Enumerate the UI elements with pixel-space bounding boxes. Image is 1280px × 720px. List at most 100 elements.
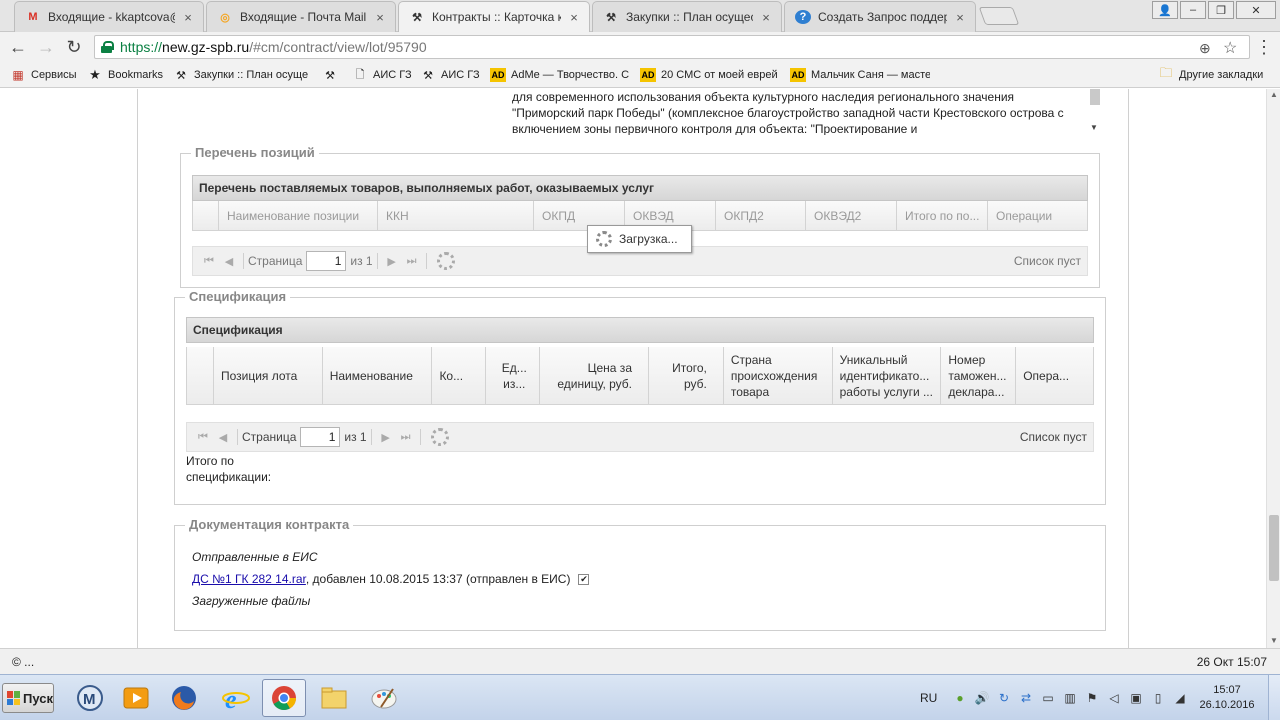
page-number-input[interactable]: 1 <box>300 427 341 447</box>
tab-mailru[interactable]: ◎ Входящие - Почта Mail.Ru × <box>206 1 396 32</box>
column-operations[interactable]: Операции <box>988 201 1080 230</box>
column-select[interactable] <box>187 347 214 404</box>
network-icon[interactable]: ⇄ <box>1018 690 1034 706</box>
svg-text:e: e <box>225 685 237 713</box>
bookmark-services[interactable]: ▦ Сервисы <box>10 67 76 83</box>
prev-page-icon[interactable]: ◀ <box>213 428 233 446</box>
close-icon[interactable]: × <box>953 10 967 25</box>
monitor-icon[interactable]: ▭ <box>1040 690 1056 706</box>
system-clock[interactable]: 15:07 26.10.2016 <box>1196 683 1258 713</box>
next-page-icon[interactable]: ▶ <box>376 428 396 446</box>
taskbar-app-firefox[interactable] <box>162 679 206 717</box>
scrollbar-thumb[interactable] <box>1269 515 1279 581</box>
tab-contracts[interactable]: ⚒ Контракты :: Карточка ко × <box>398 1 590 32</box>
bookmark-adme[interactable]: AD AdMe — Творчество. С <box>490 67 630 83</box>
column-select[interactable] <box>193 201 219 230</box>
tray-android-icon[interactable]: ● <box>952 690 968 706</box>
start-button[interactable]: Пуск <box>2 683 54 713</box>
column-operations[interactable]: Опера... <box>1016 347 1093 404</box>
star-icon[interactable]: ☆ <box>1223 36 1237 60</box>
first-page-icon[interactable]: ⏮ <box>199 252 219 270</box>
column-customs[interactable]: Номер таможен... деклара... <box>941 347 1017 404</box>
column-unit[interactable]: Ед... из... <box>486 347 541 404</box>
taskbar-app-ie[interactable]: e <box>214 679 258 717</box>
column-position-name[interactable]: Наименование позиции <box>219 201 378 230</box>
bookmark-20-sms[interactable]: AD 20 СМС от моей еврей <box>640 67 780 83</box>
positions-legend: Перечень позиций <box>191 145 319 160</box>
back-button[interactable]: ← <box>8 37 28 57</box>
first-page-icon[interactable]: ⏮ <box>193 428 213 446</box>
zoom-icon[interactable]: ⊕ <box>1199 36 1211 60</box>
page-number-input[interactable]: 1 <box>306 251 347 271</box>
refresh-icon[interactable] <box>436 252 455 270</box>
tab-purchases[interactable]: ⚒ Закупки :: План осущест × <box>592 1 782 32</box>
speaker-icon[interactable]: ◁ <box>1106 690 1122 706</box>
chart-icon[interactable]: ▥ <box>1062 690 1078 706</box>
next-page-icon[interactable]: ▶ <box>382 252 402 270</box>
menu-icon[interactable]: ⋮ <box>1254 37 1274 57</box>
page-count: из 1 <box>350 254 373 268</box>
last-page-icon[interactable]: ⏭ <box>402 252 422 270</box>
column-total-price[interactable]: Итого, руб. <box>649 347 724 404</box>
minimize-button[interactable]: – <box>1180 1 1206 19</box>
scroll-up-icon[interactable]: ▲ <box>1267 89 1280 101</box>
taskbar-app-maxthon[interactable]: M <box>68 679 112 717</box>
last-page-icon[interactable]: ⏭ <box>396 428 416 446</box>
column-quantity[interactable]: Ко... <box>432 347 487 404</box>
bookmark-ais-gz-2[interactable]: ⚒ АИС ГЗ <box>420 67 480 83</box>
taskbar-app-paint[interactable] <box>362 679 406 717</box>
column-total[interactable]: Итого по по... <box>897 201 988 230</box>
document-file-link[interactable]: ДС №1 ГК 282 14.rar <box>192 572 306 586</box>
reload-button[interactable]: ↻ <box>64 37 84 57</box>
user-icon[interactable]: 👤 <box>1152 1 1178 19</box>
forward-button[interactable]: → <box>36 37 56 57</box>
restore-button[interactable]: ❐ <box>1208 1 1234 19</box>
display-icon[interactable]: ▣ <box>1128 690 1144 706</box>
close-window-button[interactable]: ✕ <box>1236 1 1276 19</box>
tab-gmail[interactable]: M Входящие - kkaptcova@gn × <box>14 1 204 32</box>
scroll-down-icon[interactable]: ▼ <box>1090 123 1098 132</box>
other-bookmarks[interactable]: 🗀 Другие закладки <box>1158 67 1263 83</box>
bookmark-sanya[interactable]: AD Мальчик Саня — масте <box>790 67 930 83</box>
battery-icon[interactable]: ▯ <box>1150 690 1166 706</box>
close-icon[interactable]: × <box>181 10 195 25</box>
column-okved2[interactable]: ОКВЭД2 <box>806 201 897 230</box>
close-icon[interactable]: × <box>759 10 773 25</box>
show-desktop-button[interactable] <box>1268 675 1280 720</box>
paint-icon <box>371 688 397 709</box>
scroll-down-icon[interactable]: ▼ <box>1267 635 1280 647</box>
description-scrollbar[interactable]: ▼ <box>1089 89 1101 135</box>
clock-date: 26.10.2016 <box>1199 699 1255 711</box>
close-icon[interactable]: × <box>567 10 581 25</box>
flag-icon[interactable]: ⚑ <box>1084 690 1100 706</box>
column-lot-position[interactable]: Позиция лота <box>214 347 323 404</box>
tab-title: Создать Запрос поддерж <box>818 10 947 24</box>
volume-icon[interactable]: 🔊 <box>974 690 990 706</box>
taskbar-app-chrome[interactable] <box>262 679 306 717</box>
column-okpd2[interactable]: ОКПД2 <box>716 201 806 230</box>
adme-icon: AD <box>490 68 506 82</box>
taskbar-app-media[interactable] <box>114 679 158 717</box>
new-tab-button[interactable] <box>978 7 1020 25</box>
prev-page-icon[interactable]: ◀ <box>219 252 239 270</box>
bookmark-ais-gz-1[interactable]: 🗋 АИС ГЗ <box>352 67 412 83</box>
bookmark-purchases-plan[interactable]: ⚒ Закупки :: План осуще <box>173 67 313 83</box>
bookmark-hammer[interactable]: ⚒ <box>322 67 343 83</box>
column-unique-id[interactable]: Уникальный идентификато... работы услуги… <box>833 347 942 404</box>
hammer-icon: ⚒ <box>325 69 335 82</box>
sync-icon[interactable]: ↻ <box>996 690 1012 706</box>
sent-checkbox[interactable]: ✔ <box>578 574 590 585</box>
column-kkn[interactable]: ККН <box>378 201 534 230</box>
tab-support[interactable]: ? Создать Запрос поддерж × <box>784 1 976 32</box>
taskbar-app-explorer[interactable] <box>312 679 356 717</box>
input-language[interactable]: RU <box>920 691 937 705</box>
refresh-icon[interactable] <box>430 428 449 446</box>
close-icon[interactable]: × <box>373 10 387 25</box>
wifi-icon[interactable]: ◢ <box>1172 690 1188 706</box>
bookmark-bookmarks[interactable]: ★ Bookmarks <box>87 67 163 83</box>
page-scrollbar[interactable]: ▲ ▼ <box>1266 89 1280 648</box>
address-bar[interactable]: https:// new.gz-spb.ru /#cm/contract/vie… <box>94 35 1250 59</box>
column-country[interactable]: Страна происхождения товара <box>724 347 833 404</box>
column-unit-price[interactable]: Цена за единицу, руб. <box>540 347 649 404</box>
column-name[interactable]: Наименование <box>323 347 433 404</box>
